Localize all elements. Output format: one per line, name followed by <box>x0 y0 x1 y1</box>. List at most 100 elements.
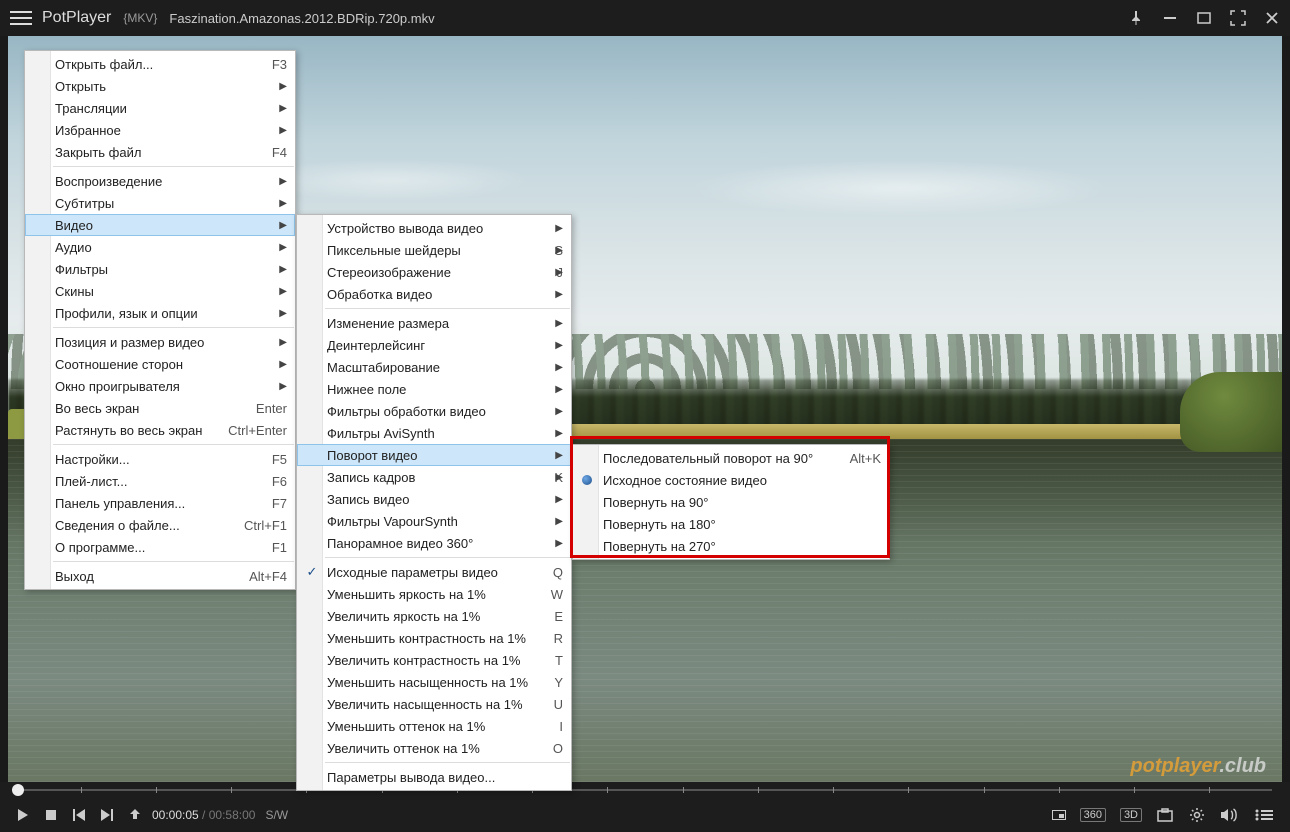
label-3d[interactable]: 3D <box>1120 808 1142 822</box>
menu-shortcut: Alt+K <box>826 451 881 466</box>
menu1-item[interactable]: Сведения о файле...Ctrl+F1 <box>25 514 295 536</box>
volume-icon[interactable] <box>1220 806 1238 824</box>
menu1-item[interactable]: Избранное▶ <box>25 119 295 141</box>
watermark: potplayer.club <box>1130 755 1266 778</box>
menu1-item[interactable]: Скины▶ <box>25 280 295 302</box>
menu2-item[interactable]: Уменьшить насыщенность на 1%Y <box>297 671 571 693</box>
menu2-item[interactable]: Поворот видео▶ <box>297 444 571 466</box>
seek-handle[interactable] <box>12 784 24 796</box>
submenu-rotate-video: Последовательный поворот на 90° Alt+K Исхо… <box>572 444 890 560</box>
seek-bar[interactable] <box>18 782 1272 798</box>
menu1-item[interactable]: Позиция и размер видео▶ <box>25 331 295 353</box>
submenu-arrow-icon: ▶ <box>279 359 287 370</box>
menu1-item[interactable]: Аудио▶ <box>25 236 295 258</box>
submenu-arrow-icon: ▶ <box>555 318 563 329</box>
menu3-item[interactable]: Повернуть на 180° <box>573 513 889 535</box>
submenu-arrow-icon: ▶ <box>555 245 563 256</box>
menu-item-label: Настройки... <box>55 452 130 467</box>
menu2-item[interactable]: Пиксельные шейдерыS▶ <box>297 239 571 261</box>
menu2-item[interactable]: Увеличить насыщенность на 1%U <box>297 693 571 715</box>
submenu-arrow-icon: ▶ <box>279 337 287 348</box>
menu2-item[interactable]: Увеличить оттенок на 1%O <box>297 737 571 759</box>
hamburger-menu-icon[interactable] <box>10 7 32 29</box>
menu-item-label: Уменьшить оттенок на 1% <box>327 719 485 734</box>
render-mode[interactable]: S/W <box>265 808 288 822</box>
screenshot-icon[interactable] <box>1156 806 1174 824</box>
menu-shortcut: R <box>530 631 563 646</box>
menu-shortcut: F1 <box>248 540 287 555</box>
menu2-item[interactable]: Запись кадровK▶ <box>297 466 571 488</box>
menu-item-label: Воспроизведение <box>55 174 162 189</box>
menu1-item[interactable]: Субтитры▶ <box>25 192 295 214</box>
menu2-item[interactable]: Увеличить контрастность на 1%T <box>297 649 571 671</box>
menu2-item[interactable]: Нижнее поле▶ <box>297 378 571 400</box>
menu1-item[interactable]: Соотношение сторон▶ <box>25 353 295 375</box>
menu1-item[interactable]: Панель управления...F7 <box>25 492 295 514</box>
menu-shortcut: Ctrl+Enter <box>204 423 287 438</box>
submenu-arrow-icon: ▶ <box>279 242 287 253</box>
menu2-item[interactable]: Фильтры обработки видео▶ <box>297 400 571 422</box>
menu-item-label: Стереоизображение <box>327 265 451 280</box>
maximize-icon[interactable] <box>1196 10 1212 26</box>
menu1-item[interactable]: Окно проигрывателя▶ <box>25 375 295 397</box>
menu2-item[interactable]: Уменьшить оттенок на 1%I <box>297 715 571 737</box>
submenu-arrow-icon: ▶ <box>279 264 287 275</box>
menu2-item[interactable]: Деинтерлейсинг▶ <box>297 334 571 356</box>
menu1-item[interactable]: Растянуть во весь экранCtrl+Enter <box>25 419 295 441</box>
menu1-item[interactable]: Трансляции▶ <box>25 97 295 119</box>
stop-icon[interactable] <box>42 806 60 824</box>
menu2-item[interactable]: ✓Исходные параметры видеоQ <box>297 561 571 583</box>
menu2-item[interactable]: Уменьшить контрастность на 1%R <box>297 627 571 649</box>
menu-item-label: Сведения о файле... <box>55 518 180 533</box>
fullscreen-icon[interactable] <box>1230 10 1246 26</box>
menu1-item[interactable]: О программе...F1 <box>25 536 295 558</box>
menu-shortcut: Q <box>529 565 563 580</box>
menu-separator <box>53 166 294 167</box>
submenu-arrow-icon: ▶ <box>555 406 563 417</box>
menu1-item[interactable]: Закрыть файлF4 <box>25 141 295 163</box>
menu1-item[interactable]: Профили, язык и опции▶ <box>25 302 295 324</box>
menu2-item[interactable]: Устройство вывода видео▶ <box>297 217 571 239</box>
menu1-item[interactable]: Настройки...F5 <box>25 448 295 470</box>
menu1-item[interactable]: Во весь экранEnter <box>25 397 295 419</box>
label-360[interactable]: 360 <box>1080 808 1106 822</box>
menu-item-label: Запись видео <box>327 492 409 507</box>
menu1-item[interactable]: Открыть файл...F3 <box>25 53 295 75</box>
menu2-item[interactable]: Панорамное видео 360°▶ <box>297 532 571 554</box>
pip-icon[interactable] <box>1052 810 1066 820</box>
menu2-item[interactable]: Уменьшить яркость на 1%W <box>297 583 571 605</box>
menu2-item[interactable]: Обработка видео▶ <box>297 283 571 305</box>
submenu-arrow-icon: ▶ <box>555 289 563 300</box>
menu3-item[interactable]: Повернуть на 90° <box>573 491 889 513</box>
menu2-item[interactable]: Увеличить яркость на 1%E <box>297 605 571 627</box>
menu-item-label: Последовательный поворот на 90° <box>603 451 813 466</box>
menu1-item[interactable]: Видео▶ <box>25 214 295 236</box>
menu-separator <box>53 444 294 445</box>
settings-gear-icon[interactable] <box>1188 806 1206 824</box>
menu3-item[interactable]: Последовательный поворот на 90° Alt+K <box>573 447 889 469</box>
menu1-item[interactable]: ВыходAlt+F4 <box>25 565 295 587</box>
menu1-item[interactable]: Плей-лист...F6 <box>25 470 295 492</box>
menu2-item[interactable]: Масштабирование▶ <box>297 356 571 378</box>
close-icon[interactable] <box>1264 10 1280 26</box>
playlist-icon[interactable] <box>1252 806 1276 824</box>
menu-shortcut: T <box>531 653 563 668</box>
menu2-item[interactable]: Параметры вывода видео... <box>297 766 571 788</box>
prev-icon[interactable] <box>70 806 88 824</box>
controlbar: 00:00:05 / 00:58:00 S/W 360 3D <box>0 782 1290 832</box>
menu1-item[interactable]: Открыть▶ <box>25 75 295 97</box>
open-icon[interactable] <box>126 806 144 824</box>
menu2-item[interactable]: Фильтры VapourSynth▶ <box>297 510 571 532</box>
menu2-item[interactable]: СтереоизображениеJ▶ <box>297 261 571 283</box>
menu1-item[interactable]: Воспроизведение▶ <box>25 170 295 192</box>
minimize-icon[interactable] <box>1162 10 1178 26</box>
menu3-item[interactable]: Повернуть на 270° <box>573 535 889 557</box>
menu3-item[interactable]: Исходное состояние видео <box>573 469 889 491</box>
menu1-item[interactable]: Фильтры▶ <box>25 258 295 280</box>
menu2-item[interactable]: Изменение размера▶ <box>297 312 571 334</box>
pin-icon[interactable] <box>1128 10 1144 26</box>
menu2-item[interactable]: Фильтры AviSynth▶ <box>297 422 571 444</box>
next-icon[interactable] <box>98 806 116 824</box>
menu2-item[interactable]: Запись видео▶ <box>297 488 571 510</box>
play-icon[interactable] <box>14 806 32 824</box>
